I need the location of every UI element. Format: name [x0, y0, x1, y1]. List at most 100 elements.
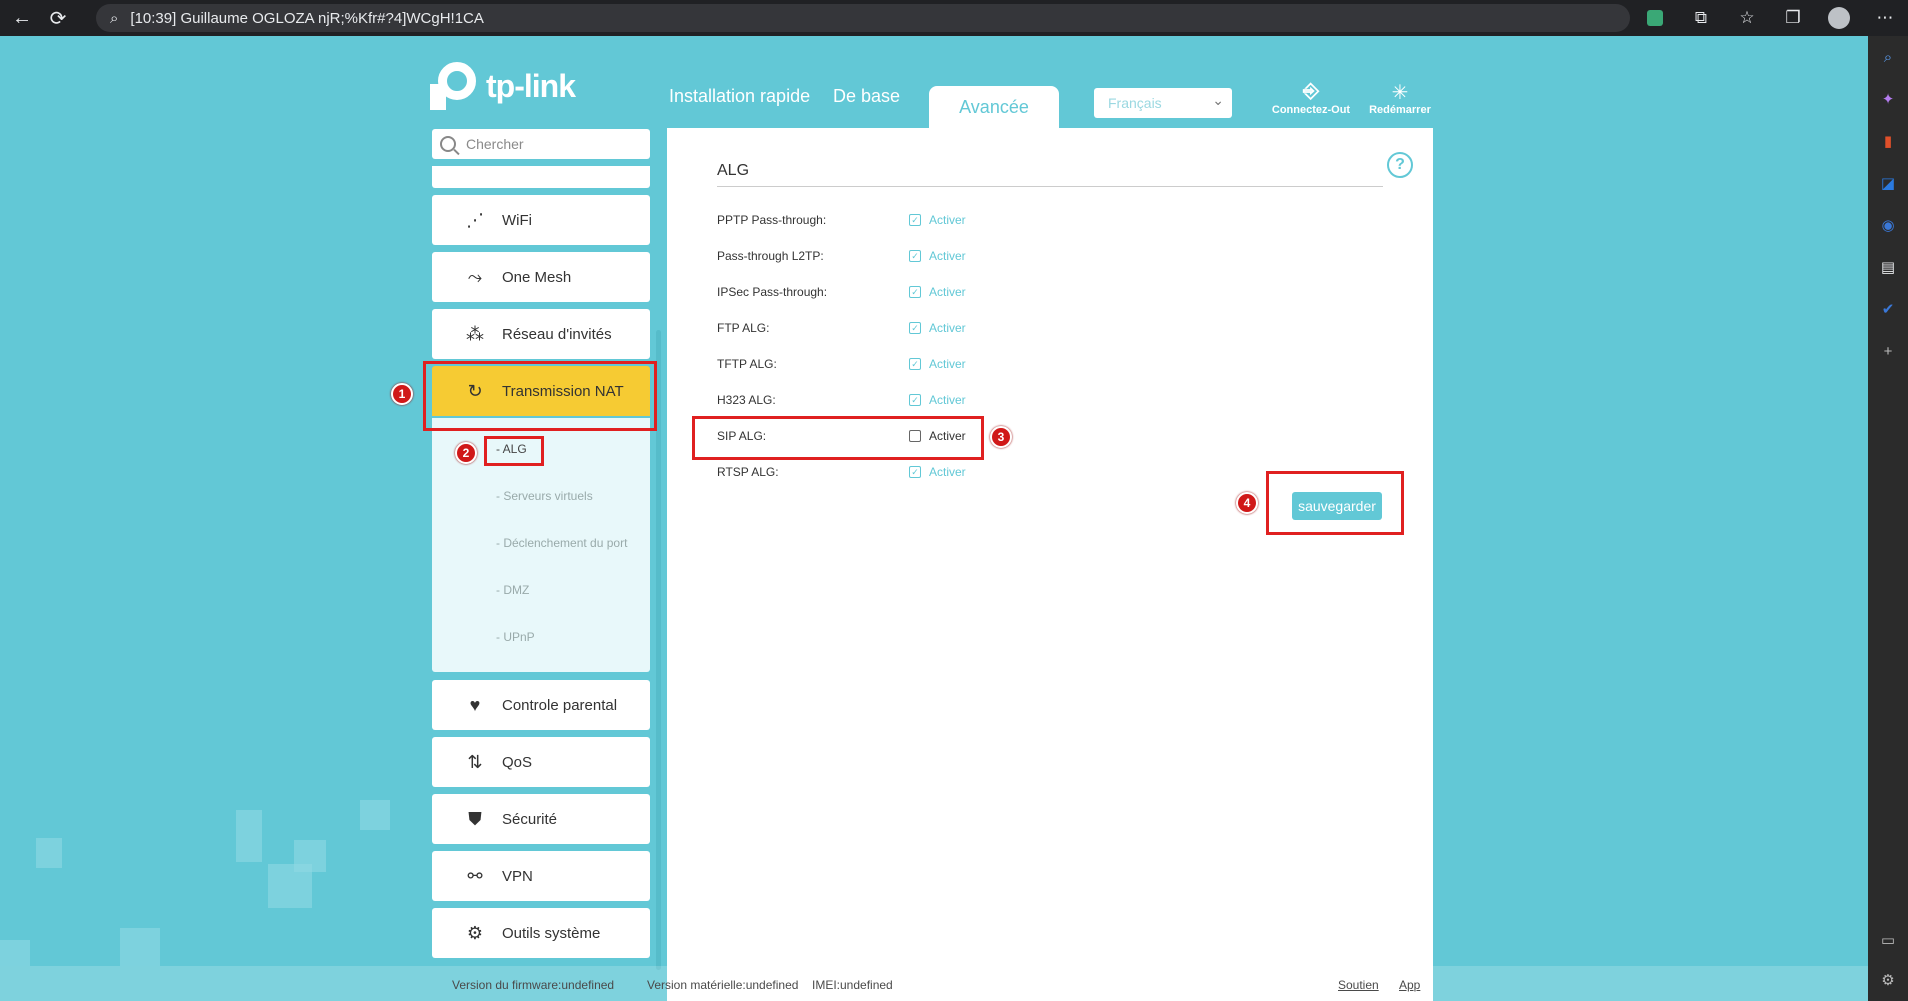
- heart-icon: ♥: [469, 694, 481, 715]
- enable-checkbox[interactable]: ✓: [909, 214, 921, 226]
- annotation-badge-2: 2: [455, 442, 477, 464]
- submenu-item-virtual-servers[interactable]: - Serveurs virtuels: [496, 489, 593, 503]
- alg-row-tftp: TFTP ALG: ✓ Activer: [717, 354, 966, 374]
- alg-row-l2tp: Pass-through L2TP: ✓ Activer: [717, 246, 966, 266]
- tab-installation-rapide[interactable]: Installation rapide: [669, 86, 810, 107]
- guest-network-icon: ⁂: [466, 323, 484, 344]
- sidebar-item-label: Réseau d'invités: [502, 325, 612, 343]
- favorites-star-icon[interactable]: ☆: [1724, 0, 1770, 36]
- browser-toolbar: ← ⟳ ⌕ [10:39] Guillaume OGLOZA njR;%Kfr#…: [0, 0, 1908, 36]
- app-link[interactable]: App: [1399, 978, 1420, 992]
- tab-de-base[interactable]: De base: [833, 86, 900, 107]
- side-office-icon[interactable]: ▮: [1868, 120, 1908, 162]
- reload-icon[interactable]: ⟳: [40, 0, 76, 36]
- decorative-square: [360, 800, 390, 830]
- enable-checkbox[interactable]: ✓: [909, 250, 921, 262]
- extension-icon[interactable]: [1632, 0, 1678, 36]
- search-icon: ⌕: [110, 9, 119, 27]
- submenu-item-dmz[interactable]: - DMZ: [496, 583, 529, 597]
- sidebar-item-label: WiFi: [502, 211, 532, 229]
- side-copilot-icon[interactable]: ✦: [1868, 78, 1908, 120]
- decorative-square: [36, 838, 62, 868]
- row-label: H323 ALG:: [717, 393, 776, 407]
- checkbox-label[interactable]: Activer: [929, 249, 966, 263]
- chevron-down-icon: ⌄: [1212, 92, 1224, 108]
- enable-checkbox[interactable]: ✓: [909, 466, 921, 478]
- logout-label: Connectez-Out: [1271, 104, 1351, 116]
- enable-checkbox[interactable]: ✓: [909, 286, 921, 298]
- puzzle-icon[interactable]: ⧉: [1678, 0, 1724, 36]
- search-icon: [440, 136, 456, 152]
- side-add-icon[interactable]: +: [1868, 330, 1908, 372]
- tab-avancee[interactable]: Avancée: [929, 86, 1059, 128]
- wifi-icon: ⋰: [466, 209, 484, 230]
- sidebar-item-wifi[interactable]: ⋰ WiFi: [432, 195, 650, 245]
- decorative-square: [236, 810, 262, 836]
- annotation-box-alg: [484, 436, 544, 466]
- link-icon: ⚯: [467, 865, 483, 886]
- profile-avatar[interactable]: [1816, 0, 1862, 36]
- checkbox-label[interactable]: Activer: [929, 213, 966, 227]
- alg-row-ftp: FTP ALG: ✓ Activer: [717, 318, 966, 338]
- support-link[interactable]: Soutien: [1338, 978, 1379, 992]
- alg-row-pptp: PPTP Pass-through: ✓ Activer: [717, 210, 966, 230]
- row-label: Pass-through L2TP:: [717, 249, 824, 263]
- url-text: [10:39] Guillaume OGLOZA njR;%Kfr#?4]WCg…: [130, 9, 484, 27]
- side-search-icon[interactable]: ⌕: [1868, 36, 1908, 78]
- search-placeholder: Chercher: [466, 136, 524, 152]
- reboot-label: Redémarrer: [1369, 104, 1431, 116]
- logout-icon: ⎆: [1303, 80, 1319, 102]
- address-bar[interactable]: ⌕ [10:39] Guillaume OGLOZA njR;%Kfr#?4]W…: [96, 4, 1630, 32]
- title-divider: [717, 186, 1383, 187]
- mesh-icon: ⤳: [467, 266, 483, 287]
- search-input[interactable]: Chercher: [432, 129, 650, 159]
- reboot-icon: ✳: [1391, 82, 1409, 104]
- collections-icon[interactable]: ❐: [1770, 0, 1816, 36]
- sidebar-item-partial[interactable]: [432, 166, 650, 188]
- side-settings-icon[interactable]: ⚙: [1868, 959, 1908, 1001]
- sidebar-item-guest-network[interactable]: ⁂ Réseau d'invités: [432, 309, 650, 359]
- enable-checkbox[interactable]: ✓: [909, 358, 921, 370]
- submenu-item-port-triggering[interactable]: - Déclenchement du port: [496, 536, 627, 550]
- sidebar-item-parental-controls[interactable]: ♥ Controle parental: [432, 680, 650, 730]
- side-layout-icon[interactable]: ▭: [1868, 919, 1908, 961]
- row-label: RTSP ALG:: [717, 465, 779, 479]
- reboot-button[interactable]: ✳ Redémarrer: [1358, 80, 1442, 116]
- annotation-box-sip: [692, 416, 984, 460]
- enable-checkbox[interactable]: ✓: [909, 322, 921, 334]
- page-title: ALG: [717, 162, 750, 179]
- sidebar-item-qos[interactable]: ⇅ QoS: [432, 737, 650, 787]
- row-label: TFTP ALG:: [717, 357, 777, 371]
- alg-row-ipsec: IPSec Pass-through: ✓ Activer: [717, 282, 966, 302]
- sidebar-item-label: VPN: [502, 867, 533, 885]
- checkbox-label[interactable]: Activer: [929, 285, 966, 299]
- checkbox-label[interactable]: Activer: [929, 357, 966, 371]
- checkbox-label[interactable]: Activer: [929, 465, 966, 479]
- decorative-square: [120, 928, 160, 966]
- checkbox-label[interactable]: Activer: [929, 321, 966, 335]
- sidebar-item-one-mesh[interactable]: ⤳ One Mesh: [432, 252, 650, 302]
- side-outlook-icon[interactable]: ◪: [1868, 162, 1908, 204]
- row-label: IPSec Pass-through:: [717, 285, 828, 299]
- submenu-item-upnp[interactable]: - UPnP: [496, 630, 535, 644]
- tp-link-logo-icon: [430, 62, 480, 110]
- decorative-square: [294, 840, 326, 872]
- logout-button[interactable]: ⎆ Connectez-Out: [1269, 80, 1353, 116]
- more-menu-icon[interactable]: ⋯: [1862, 0, 1908, 36]
- sidebar-item-security[interactable]: ⛊ Sécurité: [432, 794, 650, 844]
- help-icon[interactable]: ?: [1387, 152, 1413, 178]
- side-globe-icon[interactable]: ◉: [1868, 204, 1908, 246]
- sidebar-item-system-tools[interactable]: ⚙ Outils système: [432, 908, 650, 958]
- sidebar-item-label: QoS: [502, 753, 533, 771]
- annotation-badge-3: 3: [990, 426, 1012, 448]
- annotation-badge-1: 1: [391, 383, 413, 405]
- side-doc-icon[interactable]: ▤: [1868, 246, 1908, 288]
- enable-checkbox[interactable]: ✓: [909, 394, 921, 406]
- decorative-square: [0, 940, 30, 966]
- language-select[interactable]: Français ⌄: [1094, 88, 1232, 118]
- side-check-icon[interactable]: ✔: [1868, 288, 1908, 330]
- back-arrow-icon[interactable]: ←: [4, 0, 40, 36]
- sidebar-item-vpn[interactable]: ⚯ VPN: [432, 851, 650, 901]
- checkbox-label[interactable]: Activer: [929, 393, 966, 407]
- decorative-square: [236, 836, 262, 862]
